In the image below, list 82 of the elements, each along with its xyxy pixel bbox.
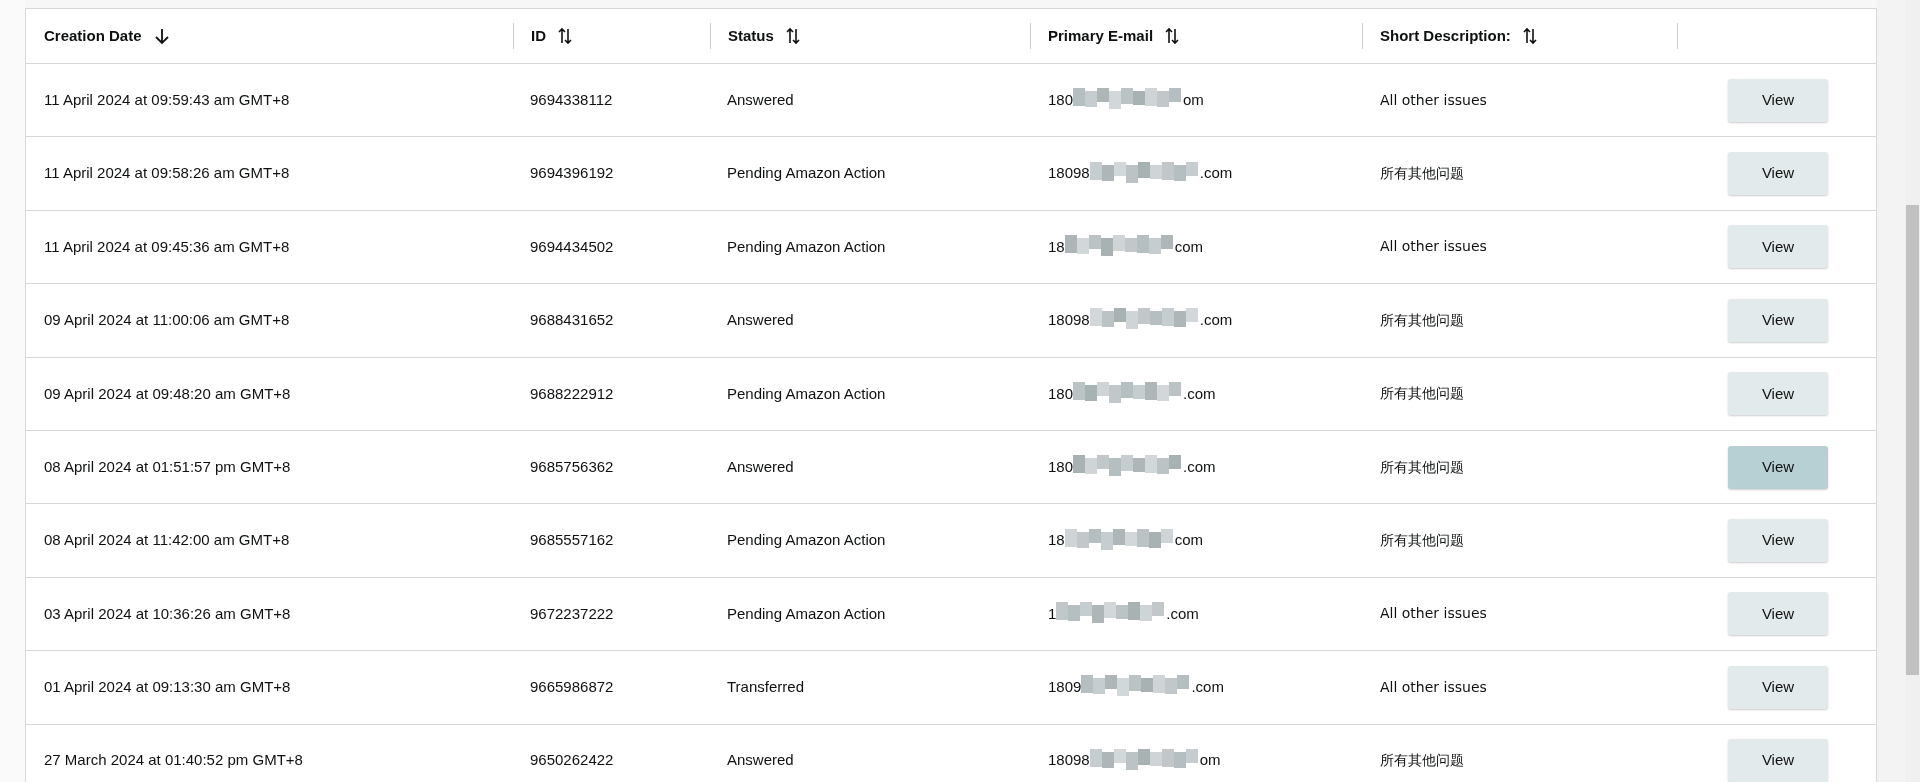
table-cell-text: 9688431652 bbox=[529, 310, 614, 331]
email-fragment: 18098 bbox=[1048, 750, 1090, 771]
email-fragment: .com bbox=[1191, 677, 1224, 698]
view-button[interactable]: View bbox=[1728, 665, 1828, 709]
email-fragment: 180 bbox=[1048, 89, 1074, 110]
table-cell-text: Pending Amazon Action bbox=[726, 530, 886, 551]
table-cell-text: 所有其他问题 bbox=[1379, 531, 1464, 551]
table-cell-text: Answered bbox=[726, 456, 794, 477]
column-header[interactable]: Status bbox=[728, 24, 774, 48]
table-cell-text: 03 April 2024 at 10:36:26 am GMT+8 bbox=[43, 603, 291, 624]
table-cell-text: 所有其他问题 bbox=[1379, 751, 1464, 771]
table-cell-text: 9688222912 bbox=[529, 383, 614, 404]
table-cell-text: 11 April 2024 at 09:45:36 am GMT+8 bbox=[43, 236, 290, 257]
sort-icon[interactable] bbox=[1522, 27, 1537, 45]
table-cell-text: 27 March 2024 at 01:40:52 pm GMT+8 bbox=[43, 750, 303, 771]
view-button[interactable]: View bbox=[1728, 739, 1828, 782]
email-fragment: 1809 bbox=[1048, 677, 1082, 698]
column-header[interactable]: Creation Date bbox=[44, 24, 142, 48]
column-header[interactable]: ID bbox=[531, 24, 546, 48]
table-cell-text: 所有其他问题 bbox=[1379, 457, 1464, 477]
table-cell-text: Answered bbox=[726, 89, 794, 110]
table-cell-text: 09 April 2024 at 11:00:06 am GMT+8 bbox=[43, 310, 290, 331]
email-fragment: 18 bbox=[1048, 530, 1065, 551]
table-cell-text: 11 April 2024 at 09:59:43 am GMT+8 bbox=[43, 89, 290, 110]
email-fragment: om bbox=[1199, 750, 1221, 771]
table-cell-text: 所有其他问题 bbox=[1379, 164, 1464, 184]
table-cell-text: Answered bbox=[726, 750, 794, 771]
column-header[interactable]: Short Description: bbox=[1380, 24, 1511, 48]
view-button[interactable]: View bbox=[1728, 298, 1828, 342]
sort-icon[interactable] bbox=[1165, 27, 1180, 45]
table-cell-text: 11 April 2024 at 09:58:26 am GMT+8 bbox=[43, 163, 290, 184]
email-fragment: .com bbox=[1166, 603, 1199, 624]
email-fragment: om bbox=[1183, 89, 1204, 110]
table-cell-text: 9685756362 bbox=[529, 456, 614, 477]
email-fragment: .com bbox=[1199, 163, 1233, 184]
table-cell-text: 08 April 2024 at 01:51:57 pm GMT+8 bbox=[43, 456, 291, 477]
email-fragment: 18 bbox=[1048, 236, 1065, 257]
table-cell-text: 9672237222 bbox=[529, 603, 614, 624]
table-cell-text: Pending Amazon Action bbox=[726, 163, 886, 184]
email-fragment: com bbox=[1174, 236, 1204, 257]
view-button[interactable]: View bbox=[1728, 372, 1828, 416]
scrollbar-thumb[interactable] bbox=[1906, 205, 1919, 675]
view-button[interactable]: View bbox=[1728, 225, 1828, 269]
table-cell-text: All other issues bbox=[1379, 604, 1487, 624]
table-cell-text: 9650262422 bbox=[529, 750, 614, 771]
table-cell-text: 所有其他问题 bbox=[1379, 384, 1464, 404]
table-cell-text: Answered bbox=[726, 310, 794, 331]
table-cell-text: All other issues bbox=[1379, 677, 1487, 697]
table-cell-text: All other issues bbox=[1379, 90, 1487, 110]
view-button[interactable]: View bbox=[1728, 519, 1828, 563]
email-fragment: com bbox=[1174, 530, 1204, 551]
email-fragment: 180 bbox=[1048, 383, 1074, 404]
table-cell-text: Transferred bbox=[726, 677, 804, 698]
table-cell-text: 所有其他问题 bbox=[1379, 310, 1464, 330]
email-fragment: 1 bbox=[1048, 603, 1057, 624]
table-cell-text: 9694396192 bbox=[529, 163, 614, 184]
table-cell-text: 9685557162 bbox=[529, 530, 614, 551]
table-cell-text: Pending Amazon Action bbox=[726, 603, 886, 624]
email-fragment: .com bbox=[1183, 456, 1216, 477]
email-fragment: 18098 bbox=[1048, 163, 1090, 184]
table-cell-text: 09 April 2024 at 09:48:20 am GMT+8 bbox=[43, 383, 291, 404]
sort-icon[interactable] bbox=[785, 27, 800, 45]
table-cell-text: 9694338112 bbox=[529, 89, 613, 110]
sort-descending-icon[interactable] bbox=[153, 27, 170, 45]
view-button[interactable]: View bbox=[1728, 445, 1828, 489]
column-header[interactable]: Primary E-mail bbox=[1048, 24, 1154, 48]
email-fragment: 18098 bbox=[1048, 310, 1090, 331]
scrollbar[interactable] bbox=[1905, 0, 1920, 782]
table-cell-text: Pending Amazon Action bbox=[726, 236, 886, 257]
view-button[interactable]: View bbox=[1728, 78, 1828, 122]
email-fragment: .com bbox=[1183, 383, 1216, 404]
view-button[interactable]: View bbox=[1728, 592, 1828, 636]
table-cell-text: 9694434502 bbox=[529, 236, 614, 257]
email-fragment: .com bbox=[1199, 310, 1233, 331]
view-button[interactable]: View bbox=[1728, 152, 1828, 196]
table-cell-text: Pending Amazon Action bbox=[726, 383, 886, 404]
sort-icon[interactable] bbox=[558, 27, 572, 45]
table-cell-text: 08 April 2024 at 11:42:00 am GMT+8 bbox=[43, 530, 290, 551]
table-cell-text: 01 April 2024 at 09:13:30 am GMT+8 bbox=[43, 677, 291, 698]
table-cell-text: 9665986872 bbox=[529, 677, 614, 698]
table-cell-text: All other issues bbox=[1379, 237, 1487, 257]
email-fragment: 180 bbox=[1048, 456, 1074, 477]
